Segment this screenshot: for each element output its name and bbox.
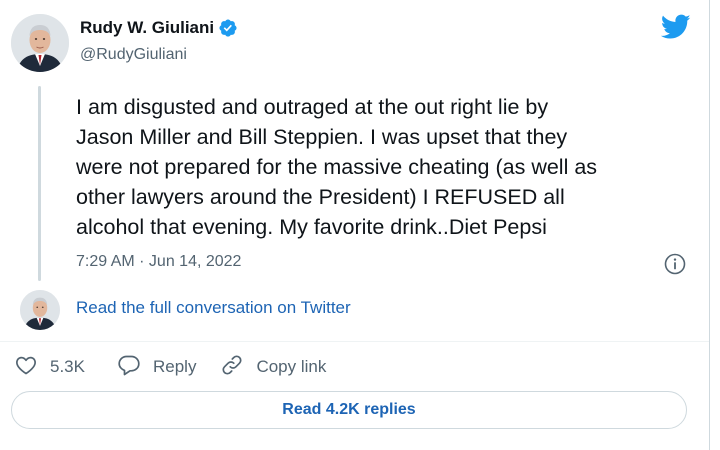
author-avatar[interactable]: [11, 14, 69, 72]
read-replies-label: Read 4.2K replies: [282, 401, 416, 418]
info-icon[interactable]: [663, 252, 687, 276]
speech-bubble-icon: [117, 353, 153, 382]
heart-icon: [14, 353, 50, 382]
reply-label: Reply: [152, 357, 197, 376]
author-display-name[interactable]: Rudy W. Giuliani: [80, 18, 214, 38]
copy-link-button[interactable]: Copy link: [220, 353, 326, 382]
tweet-timestamp[interactable]: 7:29 AM · Jun 14, 2022: [76, 253, 241, 271]
like-count: 5.3K: [50, 357, 85, 376]
author-handle[interactable]: @RudyGiuliani: [80, 46, 187, 64]
conversation-avatar[interactable]: [20, 290, 60, 330]
author-name-row[interactable]: Rudy W. Giuliani: [80, 18, 238, 38]
tweet-text: I am disgusted and outraged at the out r…: [76, 95, 598, 239]
link-icon: [220, 353, 256, 382]
copy-link-label: Copy link: [256, 357, 327, 376]
tweet-embed-card: Rudy W. Giuliani @RudyGiuliani I am disg…: [0, 0, 710, 450]
actions-divider: [0, 341, 709, 342]
twitter-bird-icon[interactable]: [660, 14, 691, 40]
verified-badge-icon: [218, 18, 238, 38]
reply-button[interactable]: Reply: [117, 353, 196, 382]
thread-connector-line: [38, 86, 41, 281]
read-full-conversation-link[interactable]: Read the full conversation on Twitter: [76, 298, 351, 318]
tweet-actions-bar: 5.3K Reply Copy link: [14, 354, 350, 380]
like-button[interactable]: 5.3K: [14, 353, 85, 382]
read-replies-button[interactable]: Read 4.2K replies: [11, 391, 687, 429]
